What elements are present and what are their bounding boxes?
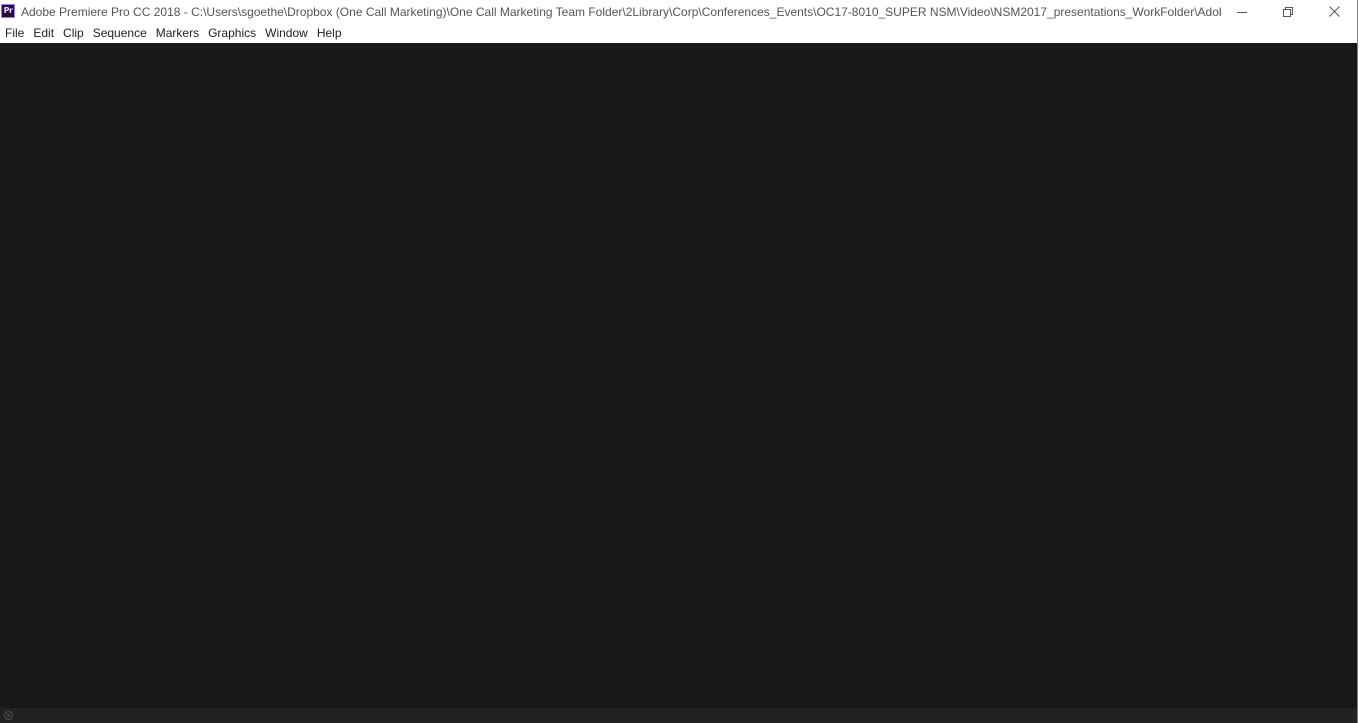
title-bar[interactable]: Pr Adobe Premiere Pro CC 2018 - C:\Users… (0, 0, 1357, 23)
menu-edit[interactable]: Edit (31, 23, 61, 43)
window-title: Adobe Premiere Pro CC 2018 - C:\Users\sg… (21, 5, 1221, 19)
menu-clip[interactable]: Clip (61, 23, 91, 43)
premiere-window: Pr Adobe Premiere Pro CC 2018 - C:\Users… (0, 0, 1358, 723)
status-bar (0, 708, 1357, 723)
minimize-button[interactable] (1219, 0, 1265, 23)
close-button[interactable] (1311, 0, 1357, 23)
premiere-pro-icon[interactable]: Pr (1, 4, 15, 18)
restore-button[interactable] (1265, 0, 1311, 23)
menu-graphics[interactable]: Graphics (206, 23, 263, 43)
menu-help[interactable]: Help (315, 23, 349, 43)
close-icon (1328, 6, 1340, 17)
menu-file[interactable]: File (0, 23, 31, 43)
workspace-area[interactable] (0, 43, 1357, 708)
menu-window[interactable]: Window (263, 23, 315, 43)
restore-icon (1283, 6, 1293, 17)
menu-bar: File Edit Clip Sequence Markers Graphics… (0, 23, 1357, 43)
menu-markers[interactable]: Markers (154, 23, 206, 43)
minimize-icon (1237, 11, 1247, 13)
menu-sequence[interactable]: Sequence (91, 23, 154, 43)
busy-indicator-icon (3, 710, 14, 721)
